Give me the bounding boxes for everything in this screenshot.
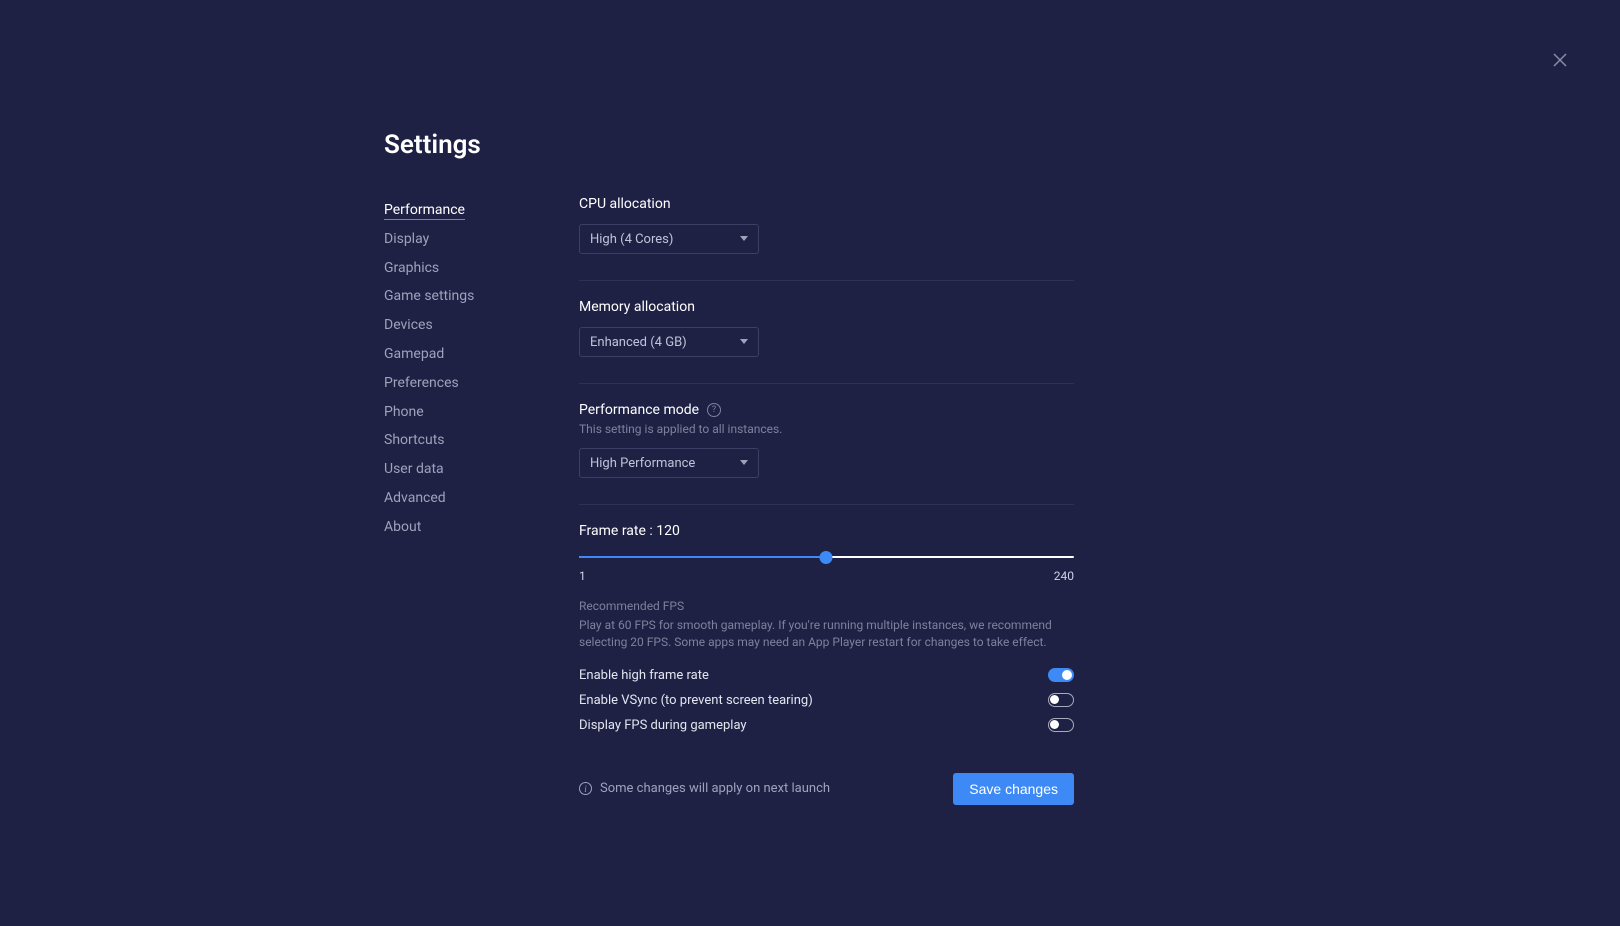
- slider-fill: [579, 556, 826, 558]
- display-fps-label: Display FPS during gameplay: [579, 718, 747, 733]
- memory-allocation-dropdown[interactable]: Enhanced (4 GB): [579, 327, 759, 357]
- sidebar-item-about[interactable]: About: [384, 513, 579, 542]
- frame-rate-label: Frame rate : 120: [579, 523, 1074, 539]
- enable-vsync-label: Enable VSync (to prevent screen tearing): [579, 693, 813, 708]
- sidebar-item-gamepad[interactable]: Gamepad: [384, 340, 579, 369]
- memory-allocation-label: Memory allocation: [579, 299, 1074, 315]
- frame-rate-max: 240: [1054, 569, 1074, 583]
- close-icon: [1552, 52, 1568, 68]
- enable-high-frame-rate-toggle[interactable]: [1048, 668, 1074, 682]
- sidebar-item-devices[interactable]: Devices: [384, 311, 579, 340]
- chevron-down-icon: [740, 339, 748, 345]
- performance-mode-label: Performance mode ?: [579, 402, 1074, 418]
- sidebar-item-graphics[interactable]: Graphics: [384, 254, 579, 283]
- frame-rate-slider[interactable]: [579, 549, 1074, 567]
- sidebar-item-game-settings[interactable]: Game settings: [384, 282, 579, 311]
- performance-mode-value: High Performance: [590, 456, 695, 471]
- memory-allocation-value: Enhanced (4 GB): [590, 335, 687, 350]
- enable-high-frame-rate-label: Enable high frame rate: [579, 668, 709, 683]
- settings-main-panel: CPU allocation High (4 Cores) Memory all…: [579, 196, 1074, 805]
- display-fps-toggle[interactable]: [1048, 718, 1074, 732]
- divider: [579, 504, 1074, 505]
- settings-sidebar: Performance Display Graphics Game settin…: [384, 196, 579, 805]
- sidebar-item-shortcuts[interactable]: Shortcuts: [384, 426, 579, 455]
- divider: [579, 280, 1074, 281]
- close-button[interactable]: [1548, 48, 1572, 72]
- cpu-allocation-value: High (4 Cores): [590, 232, 673, 247]
- sidebar-item-preferences[interactable]: Preferences: [384, 369, 579, 398]
- info-icon: i: [579, 782, 592, 795]
- sidebar-item-phone[interactable]: Phone: [384, 398, 579, 427]
- cpu-allocation-label: CPU allocation: [579, 196, 1074, 212]
- recommended-fps-title: Recommended FPS: [579, 599, 1074, 613]
- slider-thumb[interactable]: [819, 551, 832, 564]
- sidebar-item-advanced[interactable]: Advanced: [384, 484, 579, 513]
- sidebar-item-user-data[interactable]: User data: [384, 455, 579, 484]
- cpu-allocation-dropdown[interactable]: High (4 Cores): [579, 224, 759, 254]
- footer-note: i Some changes will apply on next launch: [579, 781, 830, 796]
- recommended-fps-body: Play at 60 FPS for smooth gameplay. If y…: [579, 617, 1074, 652]
- chevron-down-icon: [740, 460, 748, 466]
- performance-mode-dropdown[interactable]: High Performance: [579, 448, 759, 478]
- divider: [579, 383, 1074, 384]
- frame-rate-min: 1: [579, 569, 586, 583]
- page-title: Settings: [384, 130, 1074, 160]
- chevron-down-icon: [740, 236, 748, 242]
- sidebar-item-performance[interactable]: Performance: [384, 196, 579, 225]
- enable-vsync-toggle[interactable]: [1048, 693, 1074, 707]
- help-icon[interactable]: ?: [707, 403, 721, 417]
- sidebar-item-display[interactable]: Display: [384, 225, 579, 254]
- save-changes-button[interactable]: Save changes: [953, 773, 1074, 805]
- performance-mode-sublabel: This setting is applied to all instances…: [579, 422, 1074, 436]
